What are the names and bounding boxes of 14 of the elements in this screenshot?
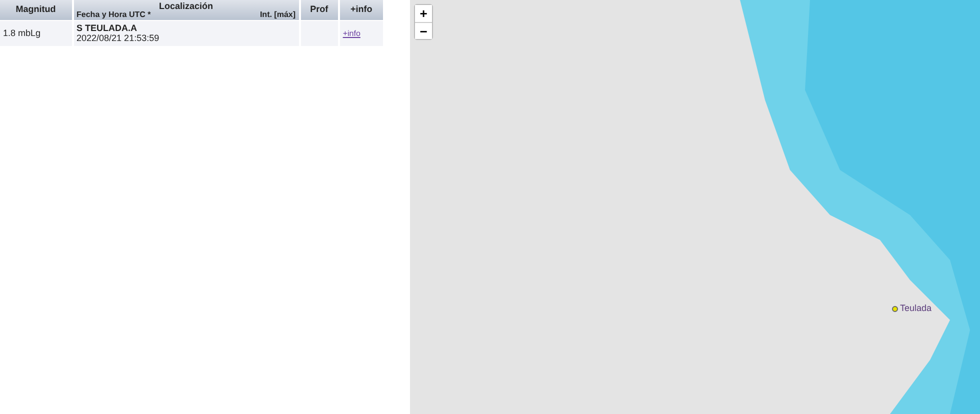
magnitude-cell: 1.8 mbLg (0, 21, 72, 46)
marker-dot[interactable] (892, 306, 898, 312)
depth-cell (300, 21, 338, 46)
column-header: Prof (300, 0, 338, 20)
column-header: +info (340, 0, 383, 20)
location-text: S TEULADA.A (76, 24, 138, 34)
zoom-out-button[interactable]: − (415, 22, 432, 39)
datetime-text: 2022/08/21 21:53:59 (76, 34, 160, 44)
column-header: Magnitud (0, 0, 72, 20)
header-label: Localización (158, 2, 214, 10)
info-link[interactable]: +info (342, 28, 360, 38)
marker-label: Teulada (900, 302, 932, 315)
header-sublabel: Int. [máx] (260, 10, 296, 18)
header-sublabel: Fecha y Hora UTC * (76, 10, 151, 18)
